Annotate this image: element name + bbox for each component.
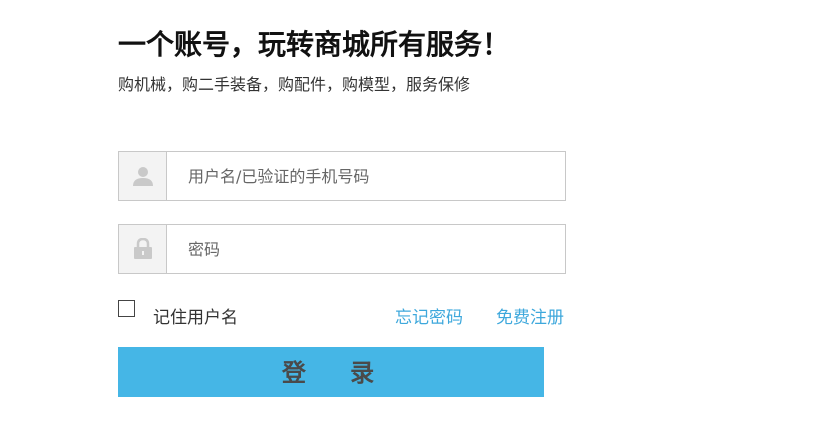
remember-row: 记住用户名 忘记密码 免费注册 [118, 299, 566, 329]
register-link[interactable]: 免费注册 [496, 303, 564, 328]
page-title: 一个账号，玩转商城所有服务！ [118, 28, 511, 61]
user-icon [132, 167, 153, 186]
password-input[interactable] [167, 225, 565, 273]
forgot-password-link[interactable]: 忘记密码 [395, 303, 463, 328]
remember-label[interactable]: 记住用户名 [153, 303, 238, 328]
username-field[interactable] [118, 151, 566, 201]
password-icon-box [119, 225, 167, 273]
lock-icon [133, 238, 152, 259]
username-icon-box [119, 152, 167, 200]
login-button[interactable]: 登 录 [118, 347, 544, 397]
remember-checkbox[interactable] [118, 300, 135, 317]
password-field[interactable] [118, 224, 566, 274]
page-subtitle: 购机械，购二手装备，购配件，购模型，服务保修 [118, 75, 471, 94]
username-input[interactable] [167, 152, 565, 200]
